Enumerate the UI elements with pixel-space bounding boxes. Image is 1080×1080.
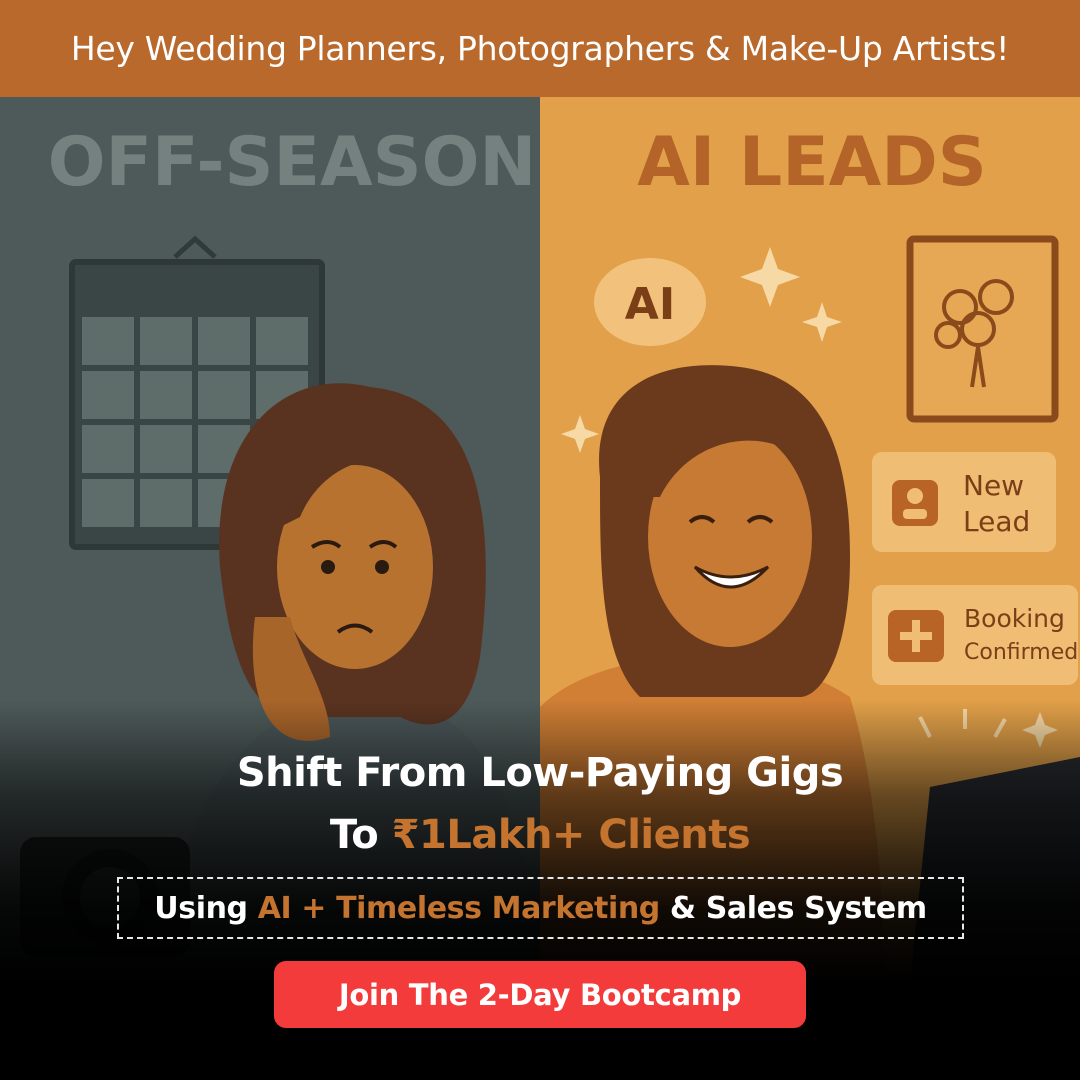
top-banner: Hey Wedding Planners, Photographers & Ma…	[0, 0, 1080, 97]
ai-badge-label: AI	[625, 279, 675, 330]
headline-line2-accent: ₹1Lakh+ Clients	[391, 812, 751, 858]
join-bootcamp-label: Join The 2-Day Bootcamp	[338, 977, 742, 1012]
join-bootcamp-button[interactable]: Join The 2-Day Bootcamp	[274, 961, 806, 1028]
new-lead-card: New Lead	[872, 452, 1056, 552]
booking-line2: Confirmed	[964, 640, 1078, 665]
booking-line1: Booking	[964, 604, 1065, 633]
banner-text: Hey Wedding Planners, Photographers & Ma…	[70, 29, 1010, 68]
headline-line1: Shift From Low-Paying Gigs	[236, 750, 844, 796]
bouquet-frame-icon	[906, 235, 1059, 423]
left-panel-title: OFF-SEASON	[48, 123, 537, 202]
new-lead-line2: Lead	[963, 505, 1030, 538]
subline-accent: AI + Timeless Marketing	[257, 890, 661, 926]
ai-badge: AI	[594, 258, 706, 346]
booking-confirmed-card: Booking Confirmed	[872, 585, 1078, 685]
new-lead-line1: New	[963, 469, 1024, 502]
headline: Shift From Low-Paying Gigs To ₹1Lakh+ Cl…	[0, 742, 1080, 866]
subline-prefix: Using	[154, 890, 258, 926]
subline-box: Using AI + Timeless Marketing & Sales Sy…	[117, 877, 964, 939]
subline-suffix: & Sales System	[659, 890, 927, 926]
subline-text: Using AI + Timeless Marketing & Sales Sy…	[154, 890, 927, 926]
headline-line2: To ₹1Lakh+ Clients	[0, 804, 1080, 866]
headline-line2-prefix: To	[329, 812, 392, 858]
right-panel-title: AI LEADS	[637, 123, 986, 202]
